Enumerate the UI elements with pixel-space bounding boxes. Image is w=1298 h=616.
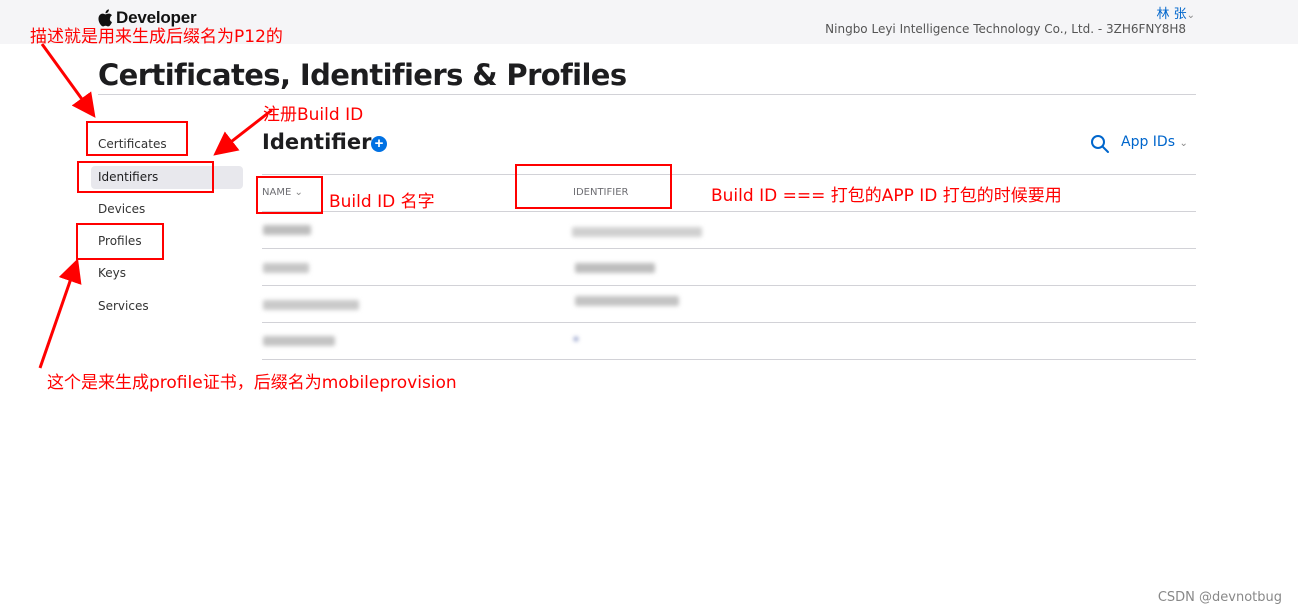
redacted-identifier [575, 296, 679, 306]
redacted-name [263, 263, 309, 273]
annotation-box-profiles [76, 223, 164, 260]
annotation-identifiers: 注册Build ID [263, 105, 364, 125]
plus-circle-icon: + [374, 135, 384, 152]
row-divider [262, 322, 1196, 323]
annotation-box-identifiers [77, 161, 214, 193]
annotation-identifier-column: Build ID === 打包的APP ID 打包的时候要用 [711, 186, 1062, 206]
divider [98, 94, 1196, 95]
sidebar-item-keys[interactable]: Keys [91, 262, 243, 285]
row-divider [262, 285, 1196, 286]
annotation-name-column: Build ID 名字 [329, 192, 435, 212]
arrow-to-profiles [38, 258, 82, 369]
row-divider [262, 248, 1196, 249]
annotation-box-name-column [256, 176, 323, 214]
chevron-down-icon: ⌄ [1179, 138, 1188, 149]
page-title: Certificates, Identifiers & Profiles [98, 58, 627, 92]
sidebar-item-services[interactable]: Services [91, 295, 243, 318]
redacted-name [263, 300, 359, 310]
add-identifier-button[interactable]: + [371, 136, 387, 152]
annotation-box-certificates [86, 121, 188, 156]
arrow-to-certificates [40, 43, 96, 118]
filter-label: App IDs [1121, 134, 1176, 150]
redacted-identifier [572, 227, 702, 237]
redacted-name [263, 225, 311, 235]
watermark: CSDN @devnotbug [1157, 590, 1282, 605]
user-name: 林 张 [1156, 7, 1187, 22]
sidebar-item-devices[interactable]: Devices [91, 198, 243, 221]
annotation-box-identifier-column [515, 164, 672, 209]
app-ids-filter[interactable]: App IDs ⌄ [1121, 134, 1188, 150]
chevron-down-icon: ⌄ [1186, 10, 1195, 21]
annotation-profiles: 这个是来生成profile证书，后缀名为mobileprovision [47, 373, 457, 393]
redacted-name [263, 336, 335, 346]
redacted-identifier [575, 263, 655, 273]
redacted-identifier [574, 337, 578, 341]
account-menu[interactable]: 林 张⌄ [1156, 3, 1195, 22]
table-bottom-rule [262, 359, 1196, 360]
annotation-certificates: 描述就是用来生成后缀名为P12的 [30, 27, 283, 47]
section-title: Identifiers [262, 130, 384, 154]
team-name: Ningbo Leyi Intelligence Technology Co.,… [825, 22, 1186, 36]
table-top-rule [262, 174, 1196, 175]
search-icon[interactable] [1090, 134, 1110, 154]
